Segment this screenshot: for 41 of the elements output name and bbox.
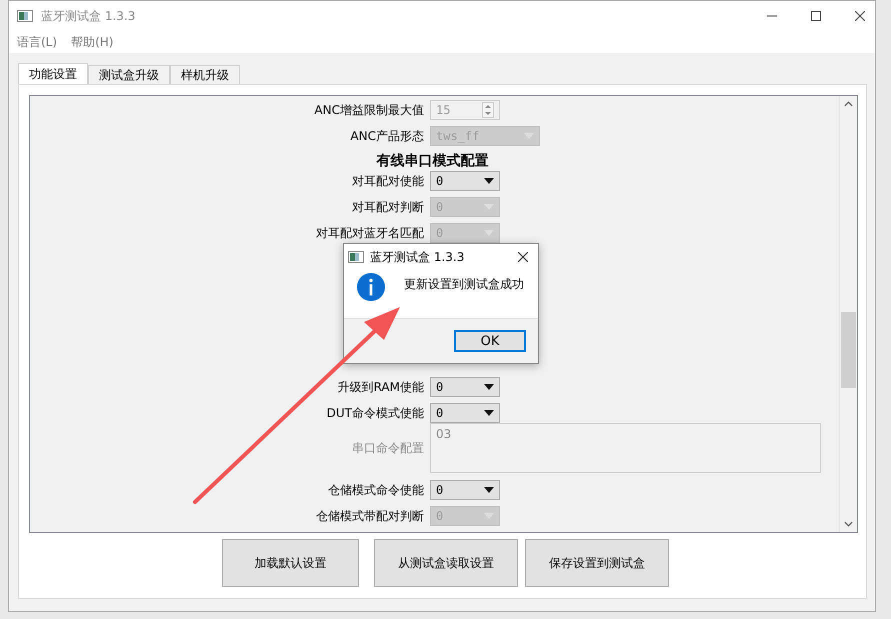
app-icon [17, 10, 33, 22]
tab[interactable]: 测试盒升级 [88, 65, 170, 84]
scroll-thumb[interactable] [841, 312, 856, 388]
app-icon [348, 251, 364, 263]
section-heading: 有线串口模式配置 [375, 152, 490, 171]
scroll-up-icon[interactable] [844, 101, 853, 107]
scrollbar[interactable] [839, 96, 857, 532]
dialog-message: 更新设置到测试盒成功 [404, 276, 524, 293]
field-label: DUT命令模式使能 [326, 405, 425, 422]
dropdown[interactable]: 0 [430, 377, 500, 398]
dropdown[interactable]: 0 [430, 403, 500, 424]
caret-icon [484, 410, 494, 416]
close-icon[interactable] [855, 11, 865, 21]
maximize-icon[interactable] [811, 11, 821, 21]
tab[interactable]: 功能设置 [18, 63, 88, 84]
caret-icon [484, 178, 494, 184]
window-title: 蓝牙测试盒 1.3.3 [41, 8, 136, 24]
action-button[interactable]: 加载默认设置 [222, 539, 359, 587]
tab[interactable]: 样机升级 [170, 65, 240, 84]
info-icon [356, 272, 386, 302]
caret-icon [484, 487, 494, 494]
field-label: 对耳配对判断 [351, 199, 425, 216]
caret-icon [484, 384, 494, 390]
close-icon[interactable] [518, 252, 528, 262]
field-label: ANC产品形态 [349, 128, 425, 145]
field-label: 对耳配对蓝牙名匹配 [315, 224, 425, 242]
field-label: ANC增益限制最大值 [313, 102, 425, 119]
dropdown[interactable]: 0 [430, 480, 500, 500]
menu-item[interactable]: 帮助(H) [71, 34, 114, 50]
ok-button[interactable]: OK [454, 330, 526, 352]
dialog-title: 蓝牙测试盒 1.3.3 [370, 248, 464, 266]
menu-item[interactable]: 语言(L) [17, 34, 58, 50]
field-label: 串口命令配置 [351, 440, 425, 457]
field-label: 仓储模式带配对判断 [315, 508, 425, 526]
field-label: 升级到RAM使能 [336, 379, 425, 396]
field-label: 仓储模式命令使能 [327, 482, 425, 500]
field-label: 对耳配对使能 [351, 173, 425, 190]
scroll-down-icon[interactable] [844, 521, 853, 527]
dropdown[interactable]: 0 [430, 171, 500, 192]
action-button[interactable]: 保存设置到测试盒 [525, 539, 669, 587]
action-button[interactable]: 从测试盒读取设置 [374, 539, 518, 587]
